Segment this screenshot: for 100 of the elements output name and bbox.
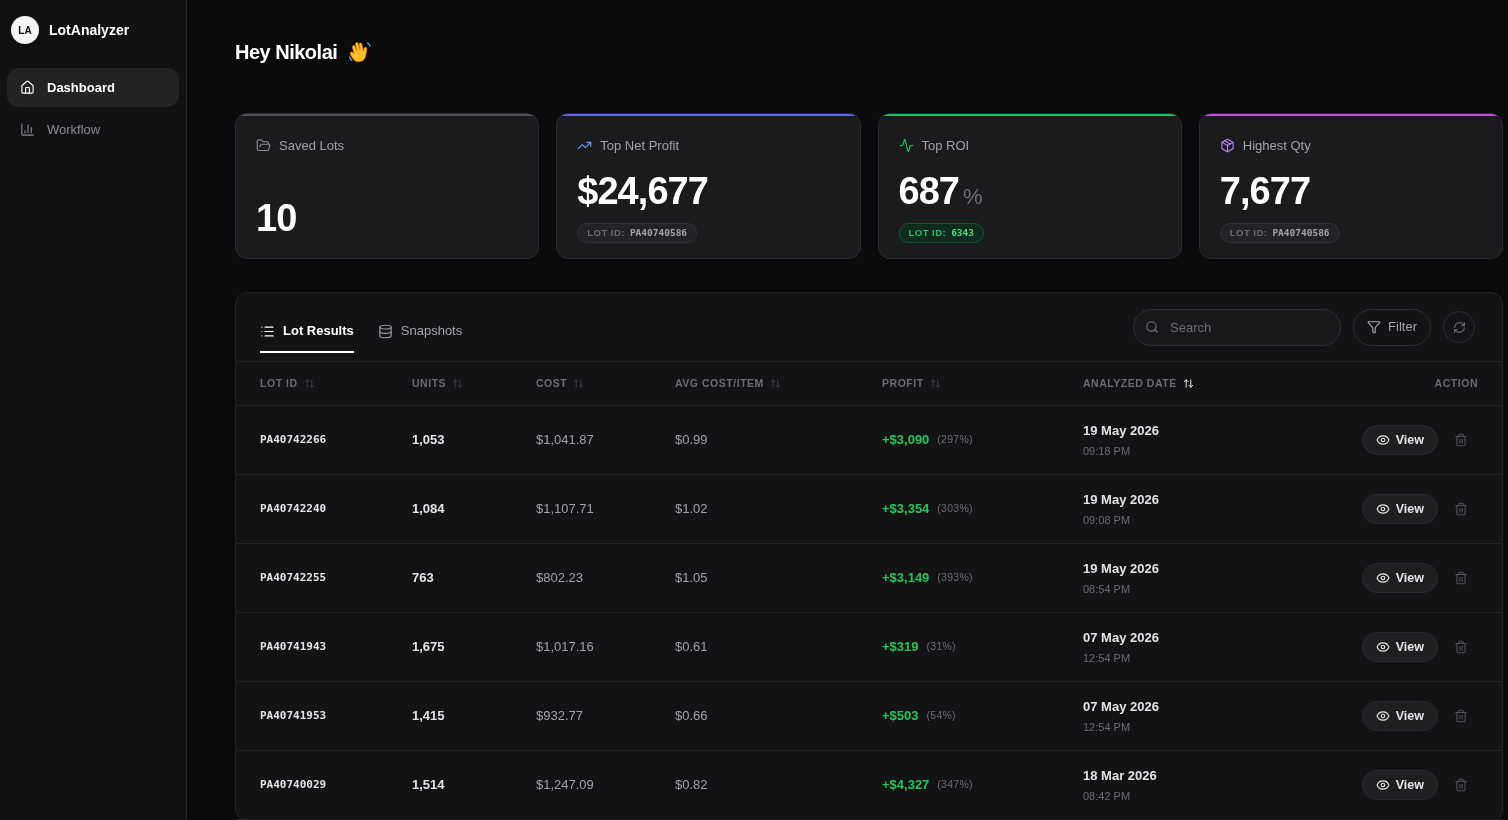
view-button[interactable]: View — [1361, 701, 1438, 731]
profit-value: +$319 — [882, 638, 919, 657]
card-value: 7,677 — [1219, 171, 1311, 210]
search-icon — [1145, 319, 1160, 334]
profit-value: +$4,327 — [882, 776, 930, 795]
trash-icon[interactable] — [1454, 778, 1468, 792]
eye-icon — [1375, 709, 1390, 723]
profit-value: +$503 — [882, 707, 919, 726]
filter-icon — [1367, 320, 1382, 334]
waving-hand-icon — [349, 41, 372, 63]
avg-cost-cell-text: $1.02 — [675, 500, 708, 519]
app-name: LotAnalyzer — [49, 21, 130, 40]
card-label: Top ROI — [921, 137, 970, 155]
cost-cell-text: $1,107.71 — [536, 500, 594, 519]
eye-icon — [1375, 571, 1390, 585]
sort-icon[interactable] — [1182, 378, 1194, 389]
eye-icon — [1375, 640, 1390, 654]
logo-initials: LA — [11, 16, 39, 44]
pulse-icon — [898, 138, 914, 154]
column-header: ANALYZED DATE — [1083, 375, 1177, 391]
view-button[interactable]: View — [1361, 563, 1438, 593]
units-cell-text: 1,053 — [412, 431, 445, 450]
column-header: PROFIT — [882, 375, 924, 391]
folder-icon — [256, 138, 271, 154]
trash-icon[interactable] — [1454, 502, 1468, 516]
lot-id-cell-text: PA40742255 — [260, 569, 327, 586]
greeting-heading: Hey Nikolai — [235, 40, 338, 65]
tab[interactable]: Snapshots — [377, 313, 463, 353]
analyzed-time: 09:18 PM — [1083, 443, 1131, 459]
column-header: AVG COST/ITEM — [675, 375, 764, 391]
avg-cost-cell-text: $0.61 — [675, 638, 708, 657]
avg-cost-cell-text: $0.82 — [675, 776, 708, 795]
house-icon — [20, 80, 35, 95]
avg-cost-cell-text: $0.99 — [675, 431, 708, 450]
card-value: 10 — [256, 197, 297, 239]
avg-cost-cell-text: $1.05 — [675, 569, 708, 588]
refresh-icon — [1452, 320, 1466, 334]
lot-id-cell-text: PA40740029 — [260, 776, 327, 793]
analyzed-time: 12:54 PM — [1083, 650, 1131, 666]
profit-percent: (297%) — [937, 432, 973, 448]
lot-id-cell-text: PA40742266 — [260, 431, 327, 448]
list-icon — [260, 323, 275, 339]
view-button[interactable]: View — [1361, 770, 1438, 800]
analyzed-time: 08:42 PM — [1083, 788, 1131, 804]
card-value: $24,677 — [577, 171, 708, 210]
card-label: Highest Qty — [1242, 137, 1311, 155]
profit-percent: (347%) — [937, 777, 973, 793]
units-cell-text: 1,514 — [412, 776, 445, 795]
units-cell-text: 1,084 — [412, 500, 445, 519]
profit-percent: (393%) — [937, 570, 973, 586]
lot-id-cell-text: PA40741943 — [260, 638, 327, 655]
profit-percent: (54%) — [926, 708, 956, 724]
profit-value: +$3,354 — [882, 500, 930, 519]
profit-percent: (31%) — [926, 639, 956, 655]
lot-id-badge: LOT ID: PA40740586 — [1219, 222, 1340, 243]
column-header: ACTION — [1434, 375, 1478, 391]
view-button[interactable]: View — [1361, 425, 1438, 455]
bar-chart-icon — [20, 122, 35, 137]
box-icon — [1219, 138, 1235, 154]
units-cell-text: 763 — [412, 569, 434, 588]
profit-value: +$3,149 — [882, 569, 930, 588]
view-button[interactable]: View — [1361, 632, 1438, 662]
column-header: COST — [536, 375, 568, 391]
trash-icon[interactable] — [1454, 433, 1468, 447]
trash-icon[interactable] — [1454, 571, 1468, 585]
lot-id-cell-text: PA40741953 — [260, 707, 327, 724]
value-unit: % — [963, 185, 983, 208]
sidebar-nav-item[interactable]: Dashboard — [7, 68, 179, 107]
avg-cost-cell-text: $0.66 — [675, 707, 708, 726]
card-label: Saved Lots — [279, 137, 345, 155]
eye-icon — [1375, 433, 1390, 447]
tab[interactable]: Lot Results — [260, 313, 354, 353]
analyzed-date: 07 May 2026 — [1083, 629, 1159, 647]
view-button[interactable]: View — [1361, 494, 1438, 524]
card-value: 687 — [898, 171, 960, 210]
trash-icon[interactable] — [1454, 640, 1468, 654]
cost-cell-text: $802.23 — [536, 569, 583, 588]
trash-icon[interactable] — [1454, 709, 1468, 723]
analyzed-date: 19 May 2026 — [1083, 422, 1159, 440]
analyzed-date: 07 May 2026 — [1083, 698, 1159, 716]
profit-percent: (303%) — [937, 501, 973, 517]
card-label: Top Net Profit — [600, 137, 679, 155]
sidebar-nav-item[interactable]: Workflow — [7, 110, 179, 149]
lot-id-badge: LOT ID: PA40740586 — [577, 222, 698, 243]
analyzed-date: 19 May 2026 — [1083, 491, 1159, 509]
cost-cell-text: $1,017.16 — [536, 638, 594, 657]
column-header: UNITS — [412, 375, 447, 391]
cost-cell-text: $932.77 — [536, 707, 583, 726]
cost-cell-text: $1,041.87 — [536, 431, 594, 450]
search-field[interactable]: Search — [1133, 308, 1342, 346]
analyzed-time: 12:54 PM — [1083, 719, 1131, 735]
cost-cell-text: $1,247.09 — [536, 776, 594, 795]
analyzed-time: 09:08 PM — [1083, 512, 1131, 528]
units-cell-text: 1,415 — [412, 707, 445, 726]
lot-id-badge: LOT ID: 6343 — [898, 222, 984, 243]
analyzed-date: 18 Mar 2026 — [1083, 767, 1157, 785]
units-cell-text: 1,675 — [412, 638, 445, 657]
column-header: LOT ID — [260, 375, 298, 391]
eye-icon — [1375, 778, 1390, 792]
lot-id-cell-text: PA40742240 — [260, 500, 327, 517]
